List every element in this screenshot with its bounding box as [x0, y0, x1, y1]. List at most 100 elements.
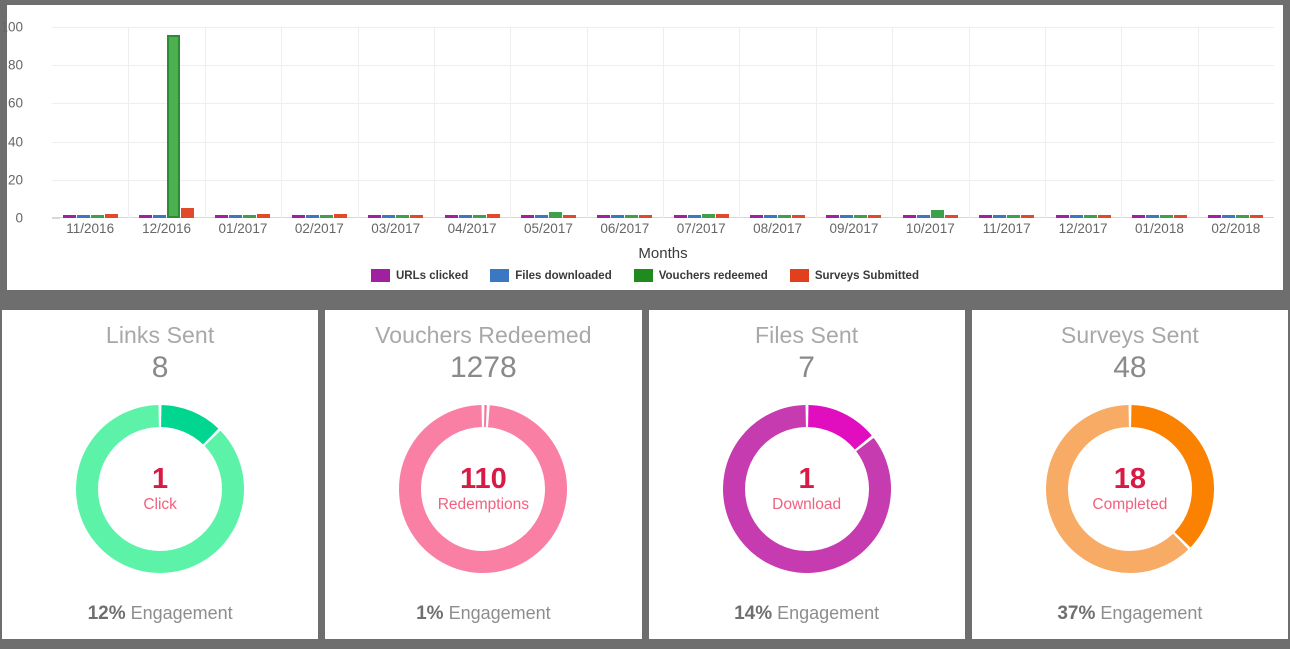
bar-vouchers-redeemed[interactable] [167, 34, 181, 218]
bar-vouchers-redeemed[interactable] [778, 215, 792, 218]
bar-urls-clicked[interactable] [215, 215, 229, 218]
bar-files-downloaded[interactable] [1069, 215, 1083, 218]
bar-group [1045, 27, 1121, 218]
bar-vouchers-redeemed[interactable] [1083, 215, 1097, 218]
dashboard-root: 0 20 40 60 80 100 11/2016 12/2016 01/2017 02/201… [0, 0, 1290, 649]
bar-surveys-submitted[interactable] [715, 214, 729, 218]
donut-center-label: Completed [1092, 495, 1168, 513]
bar-vouchers-redeemed[interactable] [243, 215, 257, 218]
bar-files-downloaded[interactable] [305, 215, 319, 218]
kpi-card[interactable]: Links Sent 8 1 Click 12% Engagement [2, 310, 319, 639]
bar-group [663, 27, 739, 218]
bar-surveys-submitted[interactable] [792, 215, 806, 218]
bar-vouchers-redeemed[interactable] [90, 215, 104, 218]
bar-urls-clicked[interactable] [139, 215, 153, 218]
bar-vouchers-redeemed[interactable] [1007, 215, 1021, 218]
bar-urls-clicked[interactable] [673, 215, 687, 218]
kpi-card-total: 48 [1113, 351, 1147, 384]
engagement-readout: 12% Engagement [2, 603, 318, 625]
bar-files-downloaded[interactable] [229, 215, 243, 218]
bar-vouchers-redeemed[interactable] [854, 215, 868, 218]
bar-files-downloaded[interactable] [687, 215, 701, 218]
bar-files-downloaded[interactable] [534, 215, 548, 218]
kpi-card[interactable]: Surveys Sent 48 18 Completed 37% Engagement [971, 310, 1288, 639]
bar-vouchers-redeemed[interactable] [930, 210, 944, 218]
bar-vouchers-redeemed[interactable] [1236, 215, 1250, 218]
bar-urls-clicked[interactable] [597, 215, 611, 218]
bar-urls-clicked[interactable] [444, 215, 458, 218]
y-axis-tick-label: 60 [7, 95, 23, 111]
kpi-card-row: Links Sent 8 1 Click 12% Engagement Vouchers … [0, 310, 1290, 649]
donut-center-readout: 18 Completed [1039, 398, 1221, 580]
donut-center-value: 18 [1113, 462, 1146, 495]
bar-urls-clicked[interactable] [826, 215, 840, 218]
bar-files-downloaded[interactable] [611, 215, 625, 218]
bar-vouchers-redeemed[interactable] [701, 214, 715, 218]
bar-group [434, 27, 510, 218]
bar-urls-clicked[interactable] [979, 215, 993, 218]
bar-surveys-submitted[interactable] [868, 215, 882, 218]
legend-item[interactable]: Surveys Submitted [789, 269, 919, 282]
kpi-card-title: Surveys Sent [1060, 322, 1199, 348]
bar-urls-clicked[interactable] [1131, 215, 1145, 218]
engagement-percent: 14% [734, 603, 773, 624]
bar-surveys-submitted[interactable] [562, 215, 576, 218]
chart-bar-groups [52, 27, 1274, 218]
bar-vouchers-redeemed[interactable] [625, 215, 639, 218]
bar-urls-clicked[interactable] [520, 215, 534, 218]
legend-item[interactable]: Files downloaded [490, 269, 612, 282]
bar-urls-clicked[interactable] [750, 215, 764, 218]
bar-urls-clicked[interactable] [1208, 215, 1222, 218]
donut-chart[interactable]: 1 Download [716, 398, 898, 580]
bar-files-downloaded[interactable] [153, 215, 167, 218]
bar-files-downloaded[interactable] [993, 215, 1007, 218]
x-axis-tick-label: 01/2018 [1135, 221, 1184, 236]
donut-center-readout: 110 Redemptions [392, 398, 574, 580]
x-axis-tick-label: 02/2017 [294, 221, 344, 236]
bar-urls-clicked[interactable] [1055, 215, 1069, 218]
bar-urls-clicked[interactable] [291, 215, 305, 218]
bar-urls-clicked[interactable] [902, 215, 916, 218]
bar-group [969, 27, 1045, 218]
donut-chart[interactable]: 1 Click [69, 398, 251, 580]
donut-center-readout: 1 Download [716, 398, 898, 580]
kpi-card[interactable]: Files Sent 7 1 Download 14% Engagement [648, 310, 965, 639]
bar-group [587, 27, 663, 218]
bar-vouchers-redeemed[interactable] [396, 215, 410, 218]
bar-urls-clicked[interactable] [368, 215, 382, 218]
bar-surveys-submitted[interactable] [944, 215, 958, 218]
bar-vouchers-redeemed[interactable] [319, 215, 333, 218]
donut-chart[interactable]: 18 Completed [1039, 398, 1221, 580]
bar-files-downloaded[interactable] [764, 215, 778, 218]
bar-surveys-submitted[interactable] [1021, 215, 1035, 218]
x-axis-tick-label: 07/2017 [676, 221, 726, 236]
bar-files-downloaded[interactable] [840, 215, 854, 218]
bar-vouchers-redeemed[interactable] [1159, 215, 1173, 218]
bar-files-downloaded[interactable] [382, 215, 396, 218]
legend-item[interactable]: Vouchers redeemed [633, 269, 768, 282]
bar-surveys-submitted[interactable] [333, 214, 347, 218]
bar-surveys-submitted[interactable] [181, 208, 195, 218]
kpi-card[interactable]: Vouchers Redeemed 1278 110 Redemptions 1% En… [325, 310, 642, 639]
bar-files-downloaded[interactable] [916, 215, 930, 218]
bar-surveys-submitted[interactable] [1097, 215, 1111, 218]
donut-chart[interactable]: 110 Redemptions [392, 398, 574, 580]
legend-item[interactable]: URLs clicked [371, 269, 468, 282]
bar-surveys-submitted[interactable] [410, 215, 424, 218]
bar-files-downloaded[interactable] [458, 215, 472, 218]
bar-vouchers-redeemed[interactable] [472, 215, 486, 218]
bar-files-downloaded[interactable] [1222, 215, 1236, 218]
donut-center-value: 110 [459, 462, 507, 495]
bar-surveys-submitted[interactable] [257, 214, 271, 218]
bar-files-downloaded[interactable] [1145, 215, 1159, 218]
bar-surveys-submitted[interactable] [1173, 215, 1187, 218]
bar-surveys-submitted[interactable] [639, 215, 653, 218]
bar-vouchers-redeemed[interactable] [548, 212, 562, 218]
bar-surveys-submitted[interactable] [486, 214, 500, 218]
engagement-percent: 37% [1057, 603, 1096, 624]
bar-surveys-submitted[interactable] [1250, 215, 1264, 218]
bar-surveys-submitted[interactable] [104, 214, 118, 218]
bar-urls-clicked[interactable] [62, 215, 76, 218]
bar-files-downloaded[interactable] [76, 215, 90, 218]
kpi-card-total: 1278 [450, 351, 517, 384]
